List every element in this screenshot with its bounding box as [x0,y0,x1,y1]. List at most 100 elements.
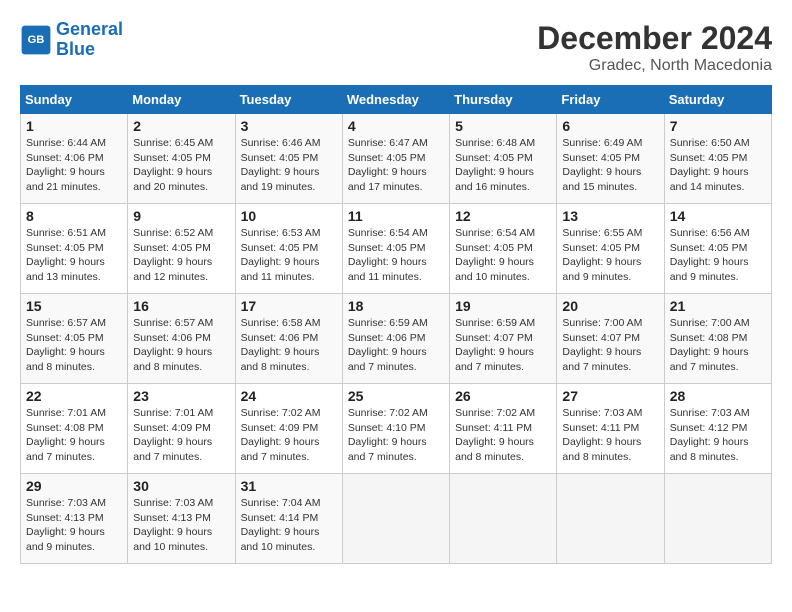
weekday-header-sunday: Sunday [21,86,128,114]
day-info: Sunrise: 7:04 AM Sunset: 4:14 PM Dayligh… [241,496,337,555]
calendar-cell: 6 Sunrise: 6:49 AM Sunset: 4:05 PM Daylig… [557,114,664,204]
day-info: Sunrise: 6:48 AM Sunset: 4:05 PM Dayligh… [455,136,551,195]
day-info: Sunrise: 6:46 AM Sunset: 4:05 PM Dayligh… [241,136,337,195]
calendar-cell: 17 Sunrise: 6:58 AM Sunset: 4:06 PM Dayli… [235,294,342,384]
calendar-cell: 9Sunrise: 6:52 AM Sunset: 4:05 PM Daylig… [128,204,235,294]
day-number: 7 [670,118,766,134]
calendar-cell: 29Sunrise: 7:03 AM Sunset: 4:13 PM Dayli… [21,474,128,564]
day-info: Sunrise: 7:03 AM Sunset: 4:12 PM Dayligh… [670,406,766,465]
day-info: Sunrise: 6:59 AM Sunset: 4:06 PM Dayligh… [348,316,444,375]
calendar-cell: 20 Sunrise: 7:00 AM Sunset: 4:07 PM Dayli… [557,294,664,384]
calendar-cell [450,474,557,564]
day-number: 30 [133,478,229,494]
day-number: 28 [670,388,766,404]
day-info: Sunrise: 6:54 AM Sunset: 4:05 PM Dayligh… [348,226,444,285]
day-number: 27 [562,388,658,404]
calendar-cell: 4Sunrise: 6:47 AM Sunset: 4:05 PM Daylig… [342,114,449,204]
calendar-cell: 2 Sunrise: 6:45 AM Sunset: 4:05 PM Daylig… [128,114,235,204]
location-subtitle: Gradec, North Macedonia [537,57,772,75]
day-number: 6 [562,118,658,134]
day-number: 23 [133,388,229,404]
day-info: Sunrise: 6:45 AM Sunset: 4:05 PM Dayligh… [133,136,229,195]
day-info: Sunrise: 6:56 AM Sunset: 4:05 PM Dayligh… [670,226,766,285]
day-number: 31 [241,478,337,494]
day-info: Sunrise: 7:00 AM Sunset: 4:08 PM Dayligh… [670,316,766,375]
day-number: 2 [133,118,229,134]
calendar-cell: 7 Sunrise: 6:50 AM Sunset: 4:05 PM Daylig… [664,114,771,204]
day-number: 22 [26,388,122,404]
calendar-cell: 23 Sunrise: 7:01 AM Sunset: 4:09 PM Dayli… [128,384,235,474]
calendar-table: SundayMondayTuesdayWednesdayThursdayFrid… [20,85,772,564]
calendar-cell: 18 Sunrise: 6:59 AM Sunset: 4:06 PM Dayli… [342,294,449,384]
day-number: 19 [455,298,551,314]
weekday-header-monday: Monday [128,86,235,114]
day-info: Sunrise: 6:44 AM Sunset: 4:06 PM Dayligh… [26,136,122,195]
day-number: 21 [670,298,766,314]
calendar-cell: 10 Sunrise: 6:53 AM Sunset: 4:05 PM Dayli… [235,204,342,294]
day-info: Sunrise: 6:50 AM Sunset: 4:05 PM Dayligh… [670,136,766,195]
day-info: Sunrise: 6:51 AM Sunset: 4:05 PM Dayligh… [26,226,122,285]
day-number: 13 [562,208,658,224]
day-number: 11 [348,208,444,224]
day-info: Sunrise: 6:57 AM Sunset: 4:05 PM Dayligh… [26,316,122,375]
day-number: 8 [26,208,122,224]
calendar-cell: 12Sunrise: 6:54 AM Sunset: 4:05 PM Dayli… [450,204,557,294]
weekday-header-saturday: Saturday [664,86,771,114]
logo-text: General Blue [56,20,123,60]
day-number: 18 [348,298,444,314]
svg-text:GB: GB [28,34,45,46]
month-title: December 2024 [537,20,772,57]
day-number: 3 [241,118,337,134]
calendar-cell: 13 Sunrise: 6:55 AM Sunset: 4:05 PM Dayli… [557,204,664,294]
calendar-cell: 5 Sunrise: 6:48 AM Sunset: 4:05 PM Daylig… [450,114,557,204]
title-section: December 2024 Gradec, North Macedonia [537,20,772,75]
day-info: Sunrise: 6:57 AM Sunset: 4:06 PM Dayligh… [133,316,229,375]
day-info: Sunrise: 6:58 AM Sunset: 4:06 PM Dayligh… [241,316,337,375]
calendar-week-row: 29Sunrise: 7:03 AM Sunset: 4:13 PM Dayli… [21,474,772,564]
calendar-cell [557,474,664,564]
day-info: Sunrise: 7:02 AM Sunset: 4:09 PM Dayligh… [241,406,337,465]
day-number: 1 [26,118,122,134]
weekday-header-friday: Friday [557,86,664,114]
day-number: 5 [455,118,551,134]
day-number: 20 [562,298,658,314]
weekday-header-row: SundayMondayTuesdayWednesdayThursdayFrid… [21,86,772,114]
calendar-cell: 31 Sunrise: 7:04 AM Sunset: 4:14 PM Dayli… [235,474,342,564]
day-info: Sunrise: 7:01 AM Sunset: 4:09 PM Dayligh… [133,406,229,465]
calendar-week-row: 22Sunrise: 7:01 AM Sunset: 4:08 PM Dayli… [21,384,772,474]
calendar-cell [664,474,771,564]
calendar-cell: 30Sunrise: 7:03 AM Sunset: 4:13 PM Dayli… [128,474,235,564]
calendar-week-row: 15Sunrise: 6:57 AM Sunset: 4:05 PM Dayli… [21,294,772,384]
logo: GB General Blue [20,20,123,60]
calendar-cell: 27 Sunrise: 7:03 AM Sunset: 4:11 PM Dayli… [557,384,664,474]
calendar-week-row: 8 Sunrise: 6:51 AM Sunset: 4:05 PM Daylig… [21,204,772,294]
page-header: GB General Blue December 2024 Gradec, No… [20,20,772,75]
day-number: 26 [455,388,551,404]
day-info: Sunrise: 7:00 AM Sunset: 4:07 PM Dayligh… [562,316,658,375]
calendar-cell: 16 Sunrise: 6:57 AM Sunset: 4:06 PM Dayli… [128,294,235,384]
day-info: Sunrise: 7:03 AM Sunset: 4:11 PM Dayligh… [562,406,658,465]
weekday-header-tuesday: Tuesday [235,86,342,114]
calendar-cell [342,474,449,564]
day-info: Sunrise: 7:03 AM Sunset: 4:13 PM Dayligh… [26,496,122,555]
calendar-cell: 26Sunrise: 7:02 AM Sunset: 4:11 PM Dayli… [450,384,557,474]
day-number: 14 [670,208,766,224]
day-number: 4 [348,118,444,134]
calendar-cell: 19Sunrise: 6:59 AM Sunset: 4:07 PM Dayli… [450,294,557,384]
day-info: Sunrise: 6:49 AM Sunset: 4:05 PM Dayligh… [562,136,658,195]
day-info: Sunrise: 6:54 AM Sunset: 4:05 PM Dayligh… [455,226,551,285]
calendar-cell: 11 Sunrise: 6:54 AM Sunset: 4:05 PM Dayli… [342,204,449,294]
weekday-header-thursday: Thursday [450,86,557,114]
day-number: 25 [348,388,444,404]
day-info: Sunrise: 6:55 AM Sunset: 4:05 PM Dayligh… [562,226,658,285]
day-number: 16 [133,298,229,314]
calendar-cell: 24 Sunrise: 7:02 AM Sunset: 4:09 PM Dayli… [235,384,342,474]
day-number: 10 [241,208,337,224]
day-number: 17 [241,298,337,314]
day-info: Sunrise: 6:52 AM Sunset: 4:05 PM Dayligh… [133,226,229,285]
calendar-cell: 15Sunrise: 6:57 AM Sunset: 4:05 PM Dayli… [21,294,128,384]
day-info: Sunrise: 6:53 AM Sunset: 4:05 PM Dayligh… [241,226,337,285]
day-number: 24 [241,388,337,404]
calendar-week-row: 1 Sunrise: 6:44 AM Sunset: 4:06 PM Daylig… [21,114,772,204]
calendar-cell: 21 Sunrise: 7:00 AM Sunset: 4:08 PM Dayli… [664,294,771,384]
